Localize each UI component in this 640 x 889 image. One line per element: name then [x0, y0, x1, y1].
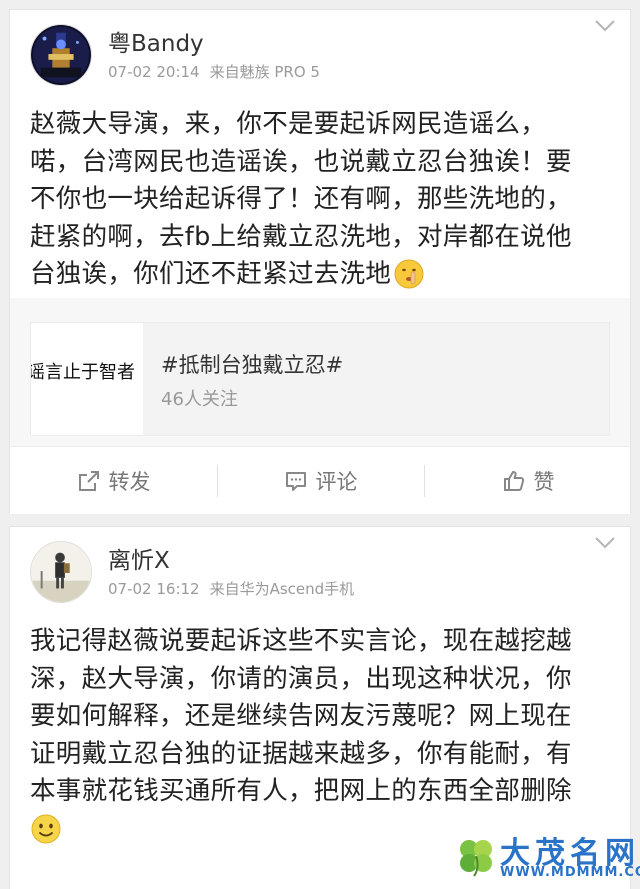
- topic-thumbnail: 谣言止于智者: [31, 323, 143, 435]
- post-text-line: 赶紧的啊，去fb上给戴立忍洗地，对岸都在说他: [30, 221, 572, 252]
- repost-button[interactable]: 转发: [10, 447, 217, 515]
- like-label: 赞: [533, 470, 555, 494]
- post-source[interactable]: 来自魅族 PRO 5: [210, 63, 320, 81]
- post-text-line: 深，赵大导演，你请的演员，出现这种状况，你: [30, 663, 572, 694]
- clover-logo-icon: [454, 834, 498, 882]
- like-button[interactable]: 赞: [424, 447, 632, 515]
- post-body: 赵薇大导演，来，你不是要起诉网民造谣么， 喏，台湾网民也造谣诶，也说戴立忍台独诶…: [30, 106, 616, 302]
- weibo-feed: 粤Bandy 07-02 20:14 来自魅族 PRO 5 赵薇大导演，来，你不是…: [0, 0, 640, 889]
- chevron-down-icon[interactable]: [594, 18, 616, 34]
- avatar[interactable]: [30, 541, 92, 603]
- repost-icon: [78, 471, 99, 491]
- topic-embed-area: 谣言止于智者 #抵制台独戴立忍# 46人关注: [10, 298, 630, 446]
- username[interactable]: 离忻X: [108, 547, 170, 575]
- username[interactable]: 粤Bandy: [108, 30, 204, 58]
- topic-followers: 46人关注: [161, 389, 238, 410]
- post-text-line-last: 台独诶，你们还不赶紧过去洗地: [30, 256, 616, 302]
- post-text-line: 证明戴立忍台独的证据越来越多，你有能耐，有: [30, 738, 572, 769]
- post-source[interactable]: 来自华为Ascend手机: [210, 580, 355, 598]
- post-meta: 07-02 16:12 来自华为Ascend手机: [108, 579, 354, 599]
- post-text-line: 本事就花钱买通所有人，把网上的东西全部删除: [30, 776, 572, 806]
- post-time: 07-02 20:14: [108, 63, 200, 81]
- chevron-down-icon[interactable]: [594, 535, 616, 551]
- post-meta: 07-02 20:14 来自魅族 PRO 5: [108, 62, 320, 82]
- topic-title[interactable]: #抵制台独戴立忍#: [161, 349, 343, 379]
- smile-emoji-icon: [30, 813, 62, 857]
- post-body: 我记得赵薇说要起诉这些不实言论，现在越挖越 深，赵大导演，你请的演员，出现这种状…: [30, 623, 616, 856]
- watermark-url: WWW.MDMMM.COM: [500, 865, 640, 880]
- topic-card[interactable]: 谣言止于智者 #抵制台独戴立忍# 46人关注: [30, 322, 610, 436]
- comment-icon: [285, 472, 306, 491]
- post-text-line: 喏，台湾网民也造谣诶，也说戴立忍台独诶！要: [30, 146, 572, 177]
- post-time: 07-02 16:12: [108, 580, 200, 598]
- site-watermark: 大茂名网 WWW.MDMMM.COM: [454, 828, 640, 886]
- comment-button[interactable]: 评论: [217, 447, 424, 515]
- post-text-line: 我记得赵薇说要起诉这些不实言论，现在越挖越: [30, 626, 572, 656]
- post-text-line: 赵薇大导演，来，你不是要起诉网民造谣么，: [30, 109, 547, 139]
- post-text-line: 不你也一块给起诉得了！还有啊，那些洗地的，: [30, 184, 572, 214]
- thumbs-up-icon: [503, 471, 524, 491]
- repost-label: 转发: [108, 470, 151, 494]
- weibo-post[interactable]: 粤Bandy 07-02 20:14 来自魅族 PRO 5 赵薇大导演，来，你不是…: [9, 9, 631, 514]
- action-bar: 转发 评论 赞: [10, 446, 630, 514]
- topic-thumbnail-text: 谣言止于智者: [31, 362, 135, 383]
- post-text-line: 台独诶，你们还不赶紧过去洗地: [30, 259, 392, 289]
- post-text-line: 要如何解释，还是继续告网友污蔑呢？网上现在: [30, 701, 572, 731]
- avatar[interactable]: [30, 24, 92, 86]
- shush-emoji-icon: [393, 258, 425, 302]
- comment-label: 评论: [315, 470, 358, 494]
- topic-info: #抵制台独戴立忍# 46人关注: [143, 323, 609, 435]
